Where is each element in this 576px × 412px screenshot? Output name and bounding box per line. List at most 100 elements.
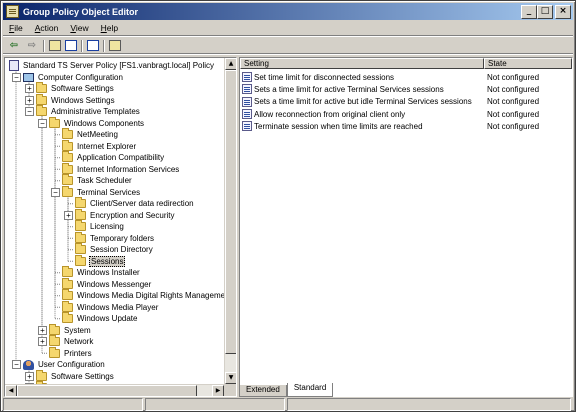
tree-node-label[interactable]: Terminal Services <box>76 188 141 197</box>
column-header-setting[interactable]: Setting <box>240 58 484 69</box>
tree-node-label[interactable]: Software Settings <box>50 84 115 93</box>
tree-node-label[interactable]: Windows Media Digital Rights Management <box>76 291 233 300</box>
folder-icon <box>62 277 73 289</box>
tree-node[interactable]: − Terminal Services <box>5 185 225 199</box>
export-list-icon[interactable] <box>87 40 99 51</box>
tree-node[interactable]: Session Directory <box>5 243 225 256</box>
tree-node-label[interactable]: Windows Components <box>63 119 145 128</box>
tree-node-label[interactable]: Licensing <box>89 222 125 231</box>
scroll-left-button[interactable]: ◀ <box>5 385 17 396</box>
minimize-button[interactable]: _ <box>521 5 537 19</box>
folder-icon <box>49 323 60 335</box>
tree-node[interactable]: Client/Server data redirection <box>5 197 225 210</box>
list-item[interactable]: Terminate session when time limits are r… <box>240 120 572 132</box>
tree-node[interactable]: Internet Explorer <box>5 139 225 153</box>
help-icon[interactable] <box>109 40 121 51</box>
expand-icon[interactable]: + <box>25 84 34 93</box>
tree-node[interactable]: Licensing <box>5 220 225 233</box>
tree-node[interactable]: − Windows Components <box>5 116 225 130</box>
tree-node-label[interactable]: Internet Information Services <box>76 165 180 174</box>
list-item[interactable]: Sets a time limit for active Terminal Se… <box>240 83 572 95</box>
forward-icon[interactable]: ⇨ <box>25 39 39 53</box>
tree-node-label[interactable]: Administrative Templates <box>50 107 141 116</box>
expand-icon[interactable]: + <box>38 337 47 346</box>
collapse-icon[interactable]: − <box>25 107 34 116</box>
tree-node[interactable]: Windows Messenger <box>5 277 225 291</box>
tree-node[interactable]: Standard TS Server Policy [FS1.vanbragt.… <box>5 60 225 72</box>
expand-icon[interactable]: + <box>38 325 47 335</box>
close-button[interactable]: × <box>555 5 571 19</box>
tree-node-label[interactable]: Task Scheduler <box>76 176 133 185</box>
tree-node-label[interactable]: Printers <box>63 349 93 358</box>
tree-node-label[interactable]: Encryption and Security <box>89 211 176 220</box>
expand-icon[interactable]: + <box>64 210 73 220</box>
expand-icon[interactable]: + <box>25 371 34 381</box>
tree-node-label[interactable]: Network <box>63 337 94 346</box>
tree-node-label[interactable]: NetMeeting <box>76 130 119 139</box>
column-header-state[interactable]: State <box>484 58 572 69</box>
tree-node-label[interactable]: Client/Server data redirection <box>89 199 195 208</box>
tree-horizontal-scrollbar[interactable]: ◀ ▶ <box>5 384 224 396</box>
menu-file[interactable]: File <box>3 23 29 33</box>
tree-node[interactable]: − Administrative Templates <box>5 105 225 118</box>
tree-node-label[interactable]: Windows Installer <box>76 268 141 277</box>
tree-node-label[interactable]: Session Directory <box>89 245 154 254</box>
tree-node[interactable]: Windows Installer <box>5 266 225 279</box>
tree-node-label[interactable]: User Configuration <box>37 360 106 369</box>
tree-node[interactable]: + Network <box>5 335 225 348</box>
scroll-right-button[interactable]: ▶ <box>212 385 224 396</box>
details-pane[interactable]: Setting State Set time limit for disconn… <box>239 57 573 397</box>
folder-icon <box>75 254 86 266</box>
tree-node[interactable]: Windows Media Player <box>5 300 225 314</box>
expand-icon[interactable]: + <box>25 95 34 105</box>
scroll-thumb[interactable] <box>225 70 236 354</box>
menu-action[interactable]: Action <box>29 23 65 33</box>
tree-node[interactable]: + System <box>5 323 225 337</box>
maximize-button[interactable]: □ <box>537 5 553 19</box>
scroll-up-button[interactable]: ▲ <box>225 58 236 70</box>
setting-cell: Terminate session when time limits are r… <box>240 121 484 132</box>
up-folder-icon[interactable] <box>49 40 61 51</box>
tree-node[interactable]: Internet Information Services <box>5 162 225 176</box>
collapse-icon[interactable]: − <box>51 187 60 197</box>
tree-node-label[interactable]: Windows Media Player <box>76 303 159 312</box>
collapse-icon[interactable]: − <box>12 360 21 369</box>
tree-node[interactable]: Temporary folders <box>5 231 225 245</box>
tree-node-label[interactable]: Application Compatibility <box>76 153 165 162</box>
back-icon[interactable]: ⇦ <box>7 39 21 53</box>
tree-node[interactable]: Windows Update <box>5 312 225 325</box>
collapse-icon[interactable]: − <box>38 118 47 128</box>
tree-node-label[interactable]: Windows Settings <box>50 96 116 105</box>
tree-node[interactable]: Windows Media Digital Rights Management <box>5 289 232 302</box>
tree-node[interactable]: NetMeeting <box>5 128 225 141</box>
scroll-down-button[interactable]: ▼ <box>225 372 236 384</box>
setting-name: Allow reconnection from original client … <box>254 109 406 119</box>
tree-node-label[interactable]: Standard TS Server Policy [FS1.vanbragt.… <box>22 61 215 70</box>
tree-node-label[interactable]: Windows Messenger <box>76 280 152 289</box>
list-item[interactable]: Allow reconnection from original client … <box>240 108 572 120</box>
tree-node-label[interactable]: Software Settings <box>50 372 115 381</box>
tree-node[interactable]: Sessions <box>5 254 225 268</box>
tree-node[interactable]: + Encryption and Security <box>5 208 225 222</box>
collapse-icon[interactable]: − <box>12 72 21 82</box>
tree-node[interactable]: Task Scheduler <box>5 174 225 187</box>
tree-node-label[interactable]: Windows Update <box>76 314 138 323</box>
menu-view[interactable]: View <box>64 23 94 33</box>
tree-node[interactable]: Printers <box>5 346 225 360</box>
tree-node-label[interactable]: Sessions <box>89 255 126 267</box>
tab-extended[interactable]: Extended <box>239 385 287 397</box>
list-item[interactable]: Set time limit for disconnected sessions… <box>240 71 572 83</box>
list-item[interactable]: Sets a time limit for active but idle Te… <box>240 96 572 108</box>
tree-node-label[interactable]: Temporary folders <box>89 234 155 243</box>
tree-node[interactable]: Application Compatibility <box>5 151 225 164</box>
tree-node-label[interactable]: Computer Configuration <box>37 73 124 82</box>
menu-help[interactable]: Help <box>95 23 124 33</box>
h-scroll-thumb[interactable] <box>17 385 197 396</box>
tree-pane[interactable]: Standard TS Server Policy [FS1.vanbragt.… <box>4 57 237 397</box>
tree-vertical-scrollbar[interactable]: ▲ ▼ <box>224 58 236 384</box>
tab-standard[interactable]: Standard <box>286 383 334 397</box>
tree-node-label[interactable]: Internet Explorer <box>76 142 137 151</box>
tree-node-label[interactable]: System <box>63 326 92 335</box>
show-hide-tree-icon[interactable] <box>65 40 77 51</box>
title-bar[interactable]: Group Policy Object Editor _ □ × <box>3 3 573 20</box>
